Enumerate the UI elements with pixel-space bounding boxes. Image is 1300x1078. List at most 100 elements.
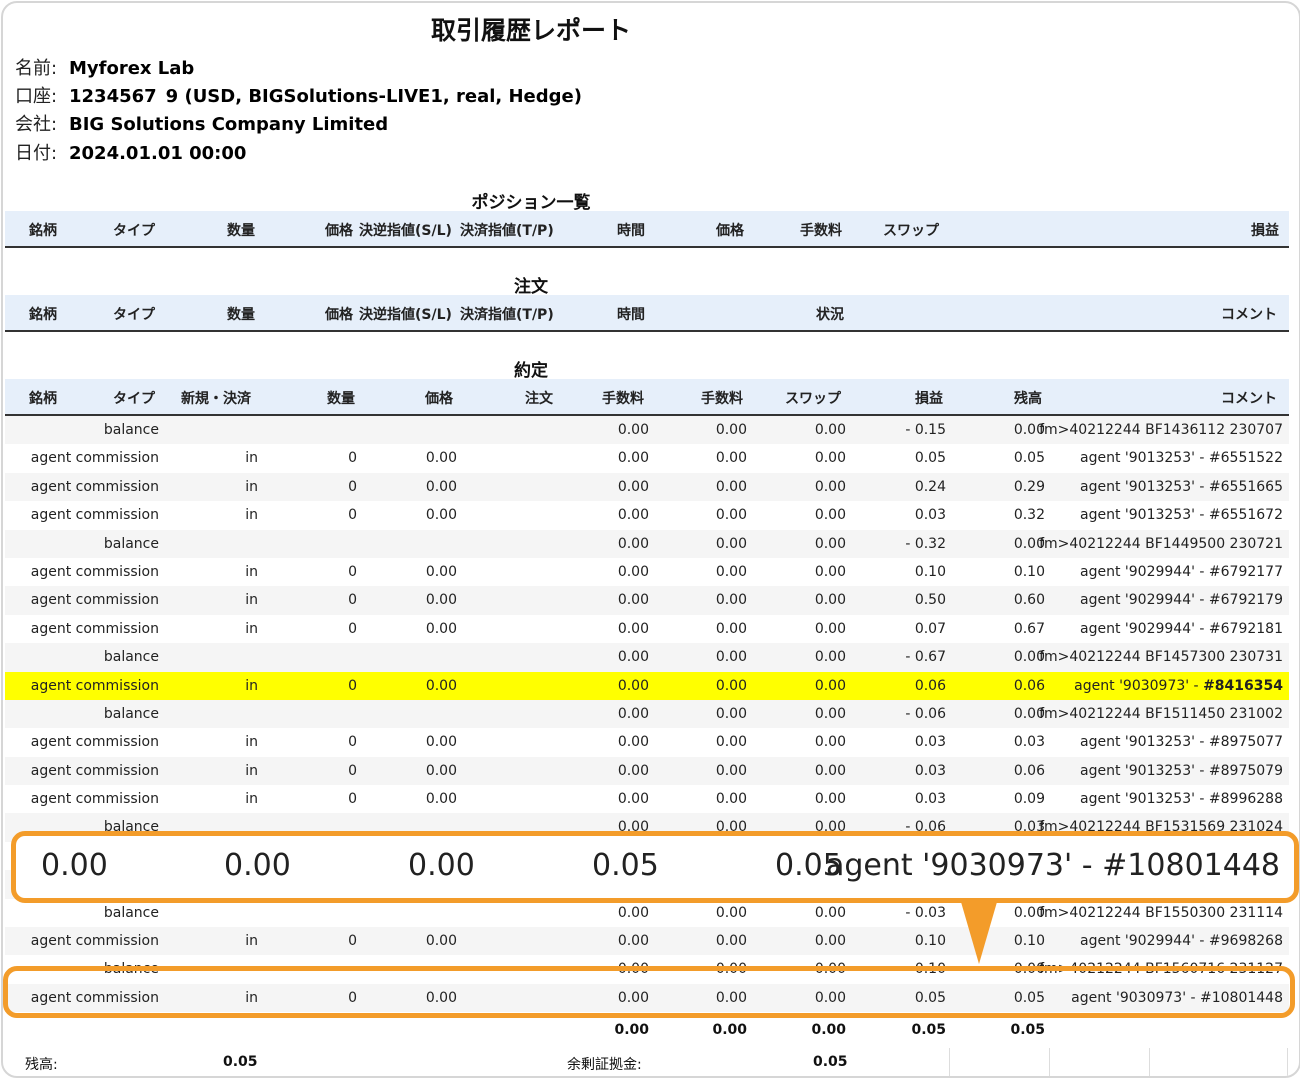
cell-c1: 0.00: [617, 904, 649, 921]
cell-c1: 0.00: [617, 478, 649, 495]
cell-c1: 0.00: [617, 677, 649, 694]
orders-col: 銘柄: [29, 307, 57, 323]
footer-free-margin-label: 余剰証拠金:: [567, 1057, 642, 1073]
deals-col: 手数料: [701, 391, 743, 407]
cell-c1: 0.00: [617, 507, 649, 524]
deals-col: 価格: [425, 391, 453, 407]
deals-col: コメント: [1221, 391, 1277, 407]
cell-profit: 0.05: [914, 450, 946, 467]
positions-col: 決済指値(T/P): [460, 223, 554, 239]
cell-c2: 0.00: [715, 791, 747, 808]
orders-col: 状況: [816, 307, 844, 323]
cell-type: agent commission: [30, 677, 159, 694]
info-account-label: 口座:: [15, 86, 58, 107]
cell-comment-text: agent '9029944' - #6792179: [1080, 592, 1283, 609]
cell-swap: 0.00: [814, 705, 846, 722]
cell-comment-text: agent '9029944' - #6792177: [1080, 563, 1283, 580]
positions-col: 決逆指値(S/L): [359, 223, 452, 239]
report-title: 取引履歴レポート: [430, 16, 631, 45]
positions-col: タイプ: [113, 223, 155, 239]
cell-c1: 0.00: [617, 450, 649, 467]
footer-free-margin-value: 0.05: [813, 1054, 848, 1070]
zoom-comment: agent '9030973' - #10801448: [825, 848, 1280, 883]
cell-c2: 0.00: [715, 705, 747, 722]
table-row: balance 0.00 0.00 0.00- 0.15 0.00 fm>40212244…: [5, 416, 1289, 445]
table-row: balance 0.00 0.00 0.00- 0.32 0.00 fm>40212244…: [5, 529, 1289, 558]
cell-swap: 0.00: [814, 649, 846, 666]
cell-comment: agent '9013253' - #8996288: [1080, 791, 1283, 807]
cell-vol: 0: [348, 677, 357, 694]
orders-col: タイプ: [113, 307, 155, 323]
cell-dir: in: [245, 620, 258, 637]
cell-c2: 0.00: [715, 620, 747, 637]
positions-col: 時間: [617, 223, 645, 239]
cell-type: agent commission: [30, 734, 159, 751]
total-swap: 0.00: [811, 1022, 846, 1038]
cell-c2: 0.00: [715, 734, 747, 751]
zoom-fee: 0.00: [224, 848, 291, 883]
cell-c2: 0.00: [715, 592, 747, 609]
deals-col: 注文: [525, 391, 553, 407]
cell-comment-text: fm>40212244 BF1511450 231002: [1039, 705, 1283, 722]
deals-col: スワップ: [785, 391, 841, 407]
cell-profit: - 0.06: [905, 705, 946, 722]
cell-vol: 0: [348, 933, 357, 950]
cell-comment-text: agent '9013253' - #6551672: [1080, 507, 1283, 524]
cell-comment-text: agent '9013253' - #8975077: [1080, 734, 1283, 751]
cell-c1: 0.00: [617, 762, 649, 779]
cell-c2: 0.00: [715, 422, 747, 438]
cell-price: 0.00: [425, 933, 457, 950]
cell-c1: 0.00: [617, 734, 649, 751]
table-row: agent commission in 0 0.00 0.00 0.00 0.00 0.03 0…: [5, 501, 1289, 529]
cell-type: balance: [103, 649, 159, 666]
cell-comment: agent '9029944' - #9698268: [1080, 933, 1283, 949]
cell-comment: agent '9030973' - #8416354: [1074, 678, 1283, 694]
cell-c1: 0.00: [617, 563, 649, 580]
cell-swap: 0.00: [814, 734, 846, 751]
info-date-label: 日付:: [15, 143, 58, 164]
cell-vol: 0: [348, 762, 357, 779]
cell-profit: 0.03: [914, 734, 946, 751]
cell-comment: fm>40212244 BF1457300 230731: [1039, 649, 1283, 665]
cell-bal: 0.10: [1013, 563, 1045, 580]
cell-comment-text: fm>40212244 BF1550300 231114: [1039, 904, 1283, 921]
cell-price: 0.00: [425, 734, 457, 751]
cell-vol: 0: [348, 620, 357, 637]
cell-bal: 0.32: [1013, 507, 1045, 524]
cell-swap: 0.00: [814, 450, 846, 467]
table-row: agent commission in 0 0.00 0.00 0.00 0.00 0.10 0…: [5, 558, 1289, 586]
cell-dir: in: [245, 478, 258, 495]
total-balance: 0.05: [1010, 1022, 1045, 1038]
cell-dir: in: [245, 791, 258, 808]
cell-type: agent commission: [30, 450, 159, 467]
cell-swap: 0.00: [814, 478, 846, 495]
cell-dir: in: [245, 563, 258, 580]
deals-col: 損益: [915, 391, 943, 407]
cell-comment: agent '9029944' - #6792179: [1080, 592, 1283, 608]
cell-dir: in: [245, 762, 258, 779]
cell-type: balance: [103, 422, 159, 438]
cell-c2: 0.00: [715, 478, 747, 495]
table-row: agent commission in 0 0.00 0.00 0.00 0.00 0.50 0…: [5, 586, 1289, 615]
cell-c1: 0.00: [617, 422, 649, 438]
footer-divider: [1149, 1048, 1150, 1076]
deals-col: 新規・決済: [181, 391, 251, 407]
cell-type: agent commission: [30, 791, 159, 808]
cell-c2: 0.00: [715, 649, 747, 666]
deals-col: タイプ: [113, 391, 155, 407]
deals-totals: 0.00 0.00 0.00 0.05 0.05: [5, 1019, 1289, 1043]
table-row: agent commission in 0 0.00 0.00 0.00 0.00 0.07 0…: [5, 615, 1289, 643]
info-company-label: 会社:: [15, 114, 58, 135]
cell-swap: 0.00: [814, 535, 846, 552]
cell-type: balance: [103, 904, 159, 921]
cell-profit: 0.07: [914, 620, 946, 637]
cell-c1: 0.00: [617, 649, 649, 666]
cell-vol: 0: [348, 450, 357, 467]
cell-profit: 0.10: [914, 563, 946, 580]
cell-profit: 0.06: [914, 677, 946, 694]
cell-price: 0.00: [425, 450, 457, 467]
cell-swap: 0.00: [814, 563, 846, 580]
orders-header: 銘柄 タイプ 数量 価格 決逆指値(S/L) 決済指値(T/P) 時間 状況 コ…: [5, 295, 1289, 332]
cell-comment: fm>40212244 BF1511450 231002: [1039, 706, 1283, 722]
cell-profit: 0.03: [914, 507, 946, 524]
